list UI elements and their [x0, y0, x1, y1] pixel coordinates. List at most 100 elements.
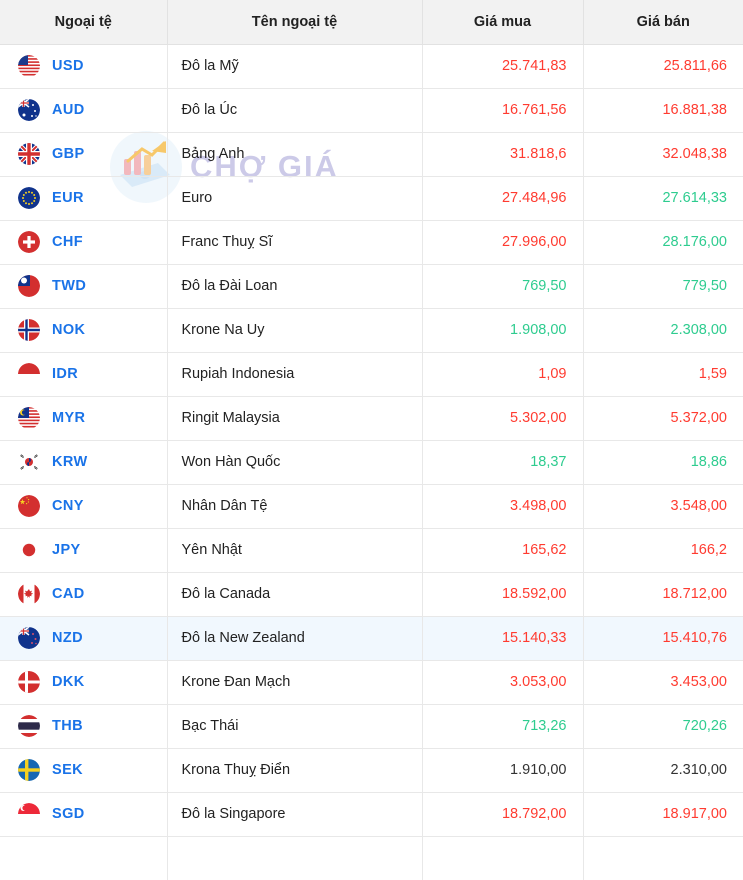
currency-code-cell: SGD [0, 792, 168, 837]
currency-name-cell: Ringit Malaysia [167, 396, 423, 441]
flag-kr-icon [18, 451, 40, 473]
currency-code-label: NOK [52, 322, 86, 338]
flag-cn-icon [18, 495, 40, 517]
flag-us-icon [18, 55, 40, 77]
buy-price-cell: 31.818,6 [422, 132, 584, 177]
currency-name-cell [167, 836, 423, 880]
currency-code-cell: JPY [0, 528, 168, 573]
table-row[interactable]: EUR Euro 27.484,96 27.614,33 [0, 176, 743, 221]
currency-name-cell: Franc Thuỵ Sĩ [167, 220, 423, 265]
currency-name-cell: Krone Đan Mạch [167, 660, 423, 705]
column-header-currency-name: Tên ngoại tệ [167, 0, 423, 45]
table-row[interactable]: IDR Rupiah Indonesia 1,09 1,59 [0, 352, 743, 397]
sell-price-cell: 32.048,38 [583, 132, 743, 177]
table-body: USD Đô la Mỹ 25.741,83 25.811,66 AUD Đô la Úc… [0, 44, 743, 880]
flag-gb-icon [18, 143, 40, 165]
currency-code-label: IDR [52, 366, 79, 382]
exchange-rate-table: Ngoại tệ Tên ngoại tệ Giá mua Giá bán US… [0, 0, 743, 880]
sell-price-cell: 28.176,00 [583, 220, 743, 265]
sell-price-cell: 16.881,38 [583, 88, 743, 133]
currency-code-label: GBP [52, 146, 85, 162]
currency-name-cell: Yên Nhật [167, 528, 423, 573]
sell-price-cell: 3.453,00 [583, 660, 743, 705]
currency-code-cell: TWD [0, 264, 168, 309]
currency-code-cell: USD [0, 44, 168, 89]
table-row[interactable]: KRW Won Hàn Quốc 18,37 18,86 [0, 440, 743, 485]
table-row[interactable]: CNY Nhân Dân Tệ 3.498,00 3.548,00 [0, 484, 743, 529]
currency-code-label: THB [52, 718, 84, 734]
buy-price-cell: 18.792,00 [422, 792, 584, 837]
sell-price-cell: 18,86 [583, 440, 743, 485]
buy-price-cell: 1,09 [422, 352, 584, 397]
sell-price-cell: 2.310,00 [583, 748, 743, 793]
currency-code-cell: DKK [0, 660, 168, 705]
table-header: Ngoại tệ Tên ngoại tệ Giá mua Giá bán [0, 0, 743, 45]
currency-code-label: SEK [52, 762, 84, 778]
table-row-partial[interactable] [0, 836, 743, 880]
table-row[interactable]: NZD Đô la New Zealand 15.140,33 15.410,76 [0, 616, 743, 661]
table-row[interactable]: THB Bạc Thái 713,26 720,26 [0, 704, 743, 749]
currency-name-cell: Đô la Đài Loan [167, 264, 423, 309]
buy-price-cell: 16.761,56 [422, 88, 584, 133]
flag-th-icon [18, 715, 40, 737]
flag-no-icon [18, 319, 40, 341]
flag-au-icon [18, 99, 40, 121]
currency-code-cell: AUD [0, 88, 168, 133]
buy-price-cell: 15.140,33 [422, 616, 584, 661]
currency-name-cell: Đô la Mỹ [167, 44, 423, 89]
sell-price-cell: 25.811,66 [583, 44, 743, 89]
currency-code-cell: NZD [0, 616, 168, 661]
currency-name-cell: Rupiah Indonesia [167, 352, 423, 397]
currency-code-cell: CAD [0, 572, 168, 617]
flag-dk-icon [18, 671, 40, 693]
sell-price-cell: 779,50 [583, 264, 743, 309]
buy-price-cell: 25.741,83 [422, 44, 584, 89]
sell-price-cell: 5.372,00 [583, 396, 743, 441]
table-row[interactable]: DKK Krone Đan Mạch 3.053,00 3.453,00 [0, 660, 743, 705]
currency-code-label: SGD [52, 806, 85, 822]
table-row[interactable]: SEK Krona Thuỵ Điển 1.910,00 2.310,00 [0, 748, 743, 793]
sell-price-cell: 2.308,00 [583, 308, 743, 353]
table-row[interactable]: AUD Đô la Úc 16.761,56 16.881,38 [0, 88, 743, 133]
currency-code-label: CHF [52, 234, 84, 250]
header-row: Ngoại tệ Tên ngoại tệ Giá mua Giá bán [0, 0, 743, 45]
table-row[interactable]: TWD Đô la Đài Loan 769,50 779,50 [0, 264, 743, 309]
buy-price-cell: 3.498,00 [422, 484, 584, 529]
currency-code-cell: KRW [0, 440, 168, 485]
currency-code-label: CAD [52, 586, 85, 602]
flag-eu-icon [18, 187, 40, 209]
currency-name-cell: Krone Na Uy [167, 308, 423, 353]
currency-name-cell: Bảng Anh [167, 132, 423, 177]
sell-price-cell: 1,59 [583, 352, 743, 397]
currency-code-label: NZD [52, 630, 84, 646]
column-header-buy-price: Giá mua [422, 0, 584, 45]
currency-name-cell: Đô la Singapore [167, 792, 423, 837]
buy-price-cell: 165,62 [422, 528, 584, 573]
currency-code-label: EUR [52, 190, 84, 206]
sell-price-cell: 3.548,00 [583, 484, 743, 529]
flag-sg-icon [18, 803, 40, 825]
table-row[interactable]: CAD Đô la Canada 18.592,00 18.712,00 [0, 572, 743, 617]
sell-price-cell: 15.410,76 [583, 616, 743, 661]
table-row[interactable]: SGD Đô la Singapore 18.792,00 18.917,00 [0, 792, 743, 837]
flag-se-icon [18, 759, 40, 781]
table-row[interactable]: JPY Yên Nhật 165,62 166,2 [0, 528, 743, 573]
table-row[interactable]: CHF Franc Thuỵ Sĩ 27.996,00 28.176,00 [0, 220, 743, 265]
currency-code-cell: GBP [0, 132, 168, 177]
flag-ca-icon [18, 583, 40, 605]
buy-price-cell: 713,26 [422, 704, 584, 749]
flag-tw-icon [18, 275, 40, 297]
buy-price-cell: 27.996,00 [422, 220, 584, 265]
table-row[interactable]: USD Đô la Mỹ 25.741,83 25.811,66 [0, 44, 743, 89]
flag-my-icon [18, 407, 40, 429]
currency-code-cell: THB [0, 704, 168, 749]
currency-code-cell: CNY [0, 484, 168, 529]
buy-price-cell [422, 836, 584, 880]
currency-name-cell: Bạc Thái [167, 704, 423, 749]
column-header-sell-price: Giá bán [583, 0, 743, 45]
currency-code-cell: SEK [0, 748, 168, 793]
table-row[interactable]: NOK Krone Na Uy 1.908,00 2.308,00 [0, 308, 743, 353]
sell-price-cell: 166,2 [583, 528, 743, 573]
table-row[interactable]: MYR Ringit Malaysia 5.302,00 5.372,00 [0, 396, 743, 441]
table-row[interactable]: GBP Bảng Anh 31.818,6 32.048,38 [0, 132, 743, 177]
